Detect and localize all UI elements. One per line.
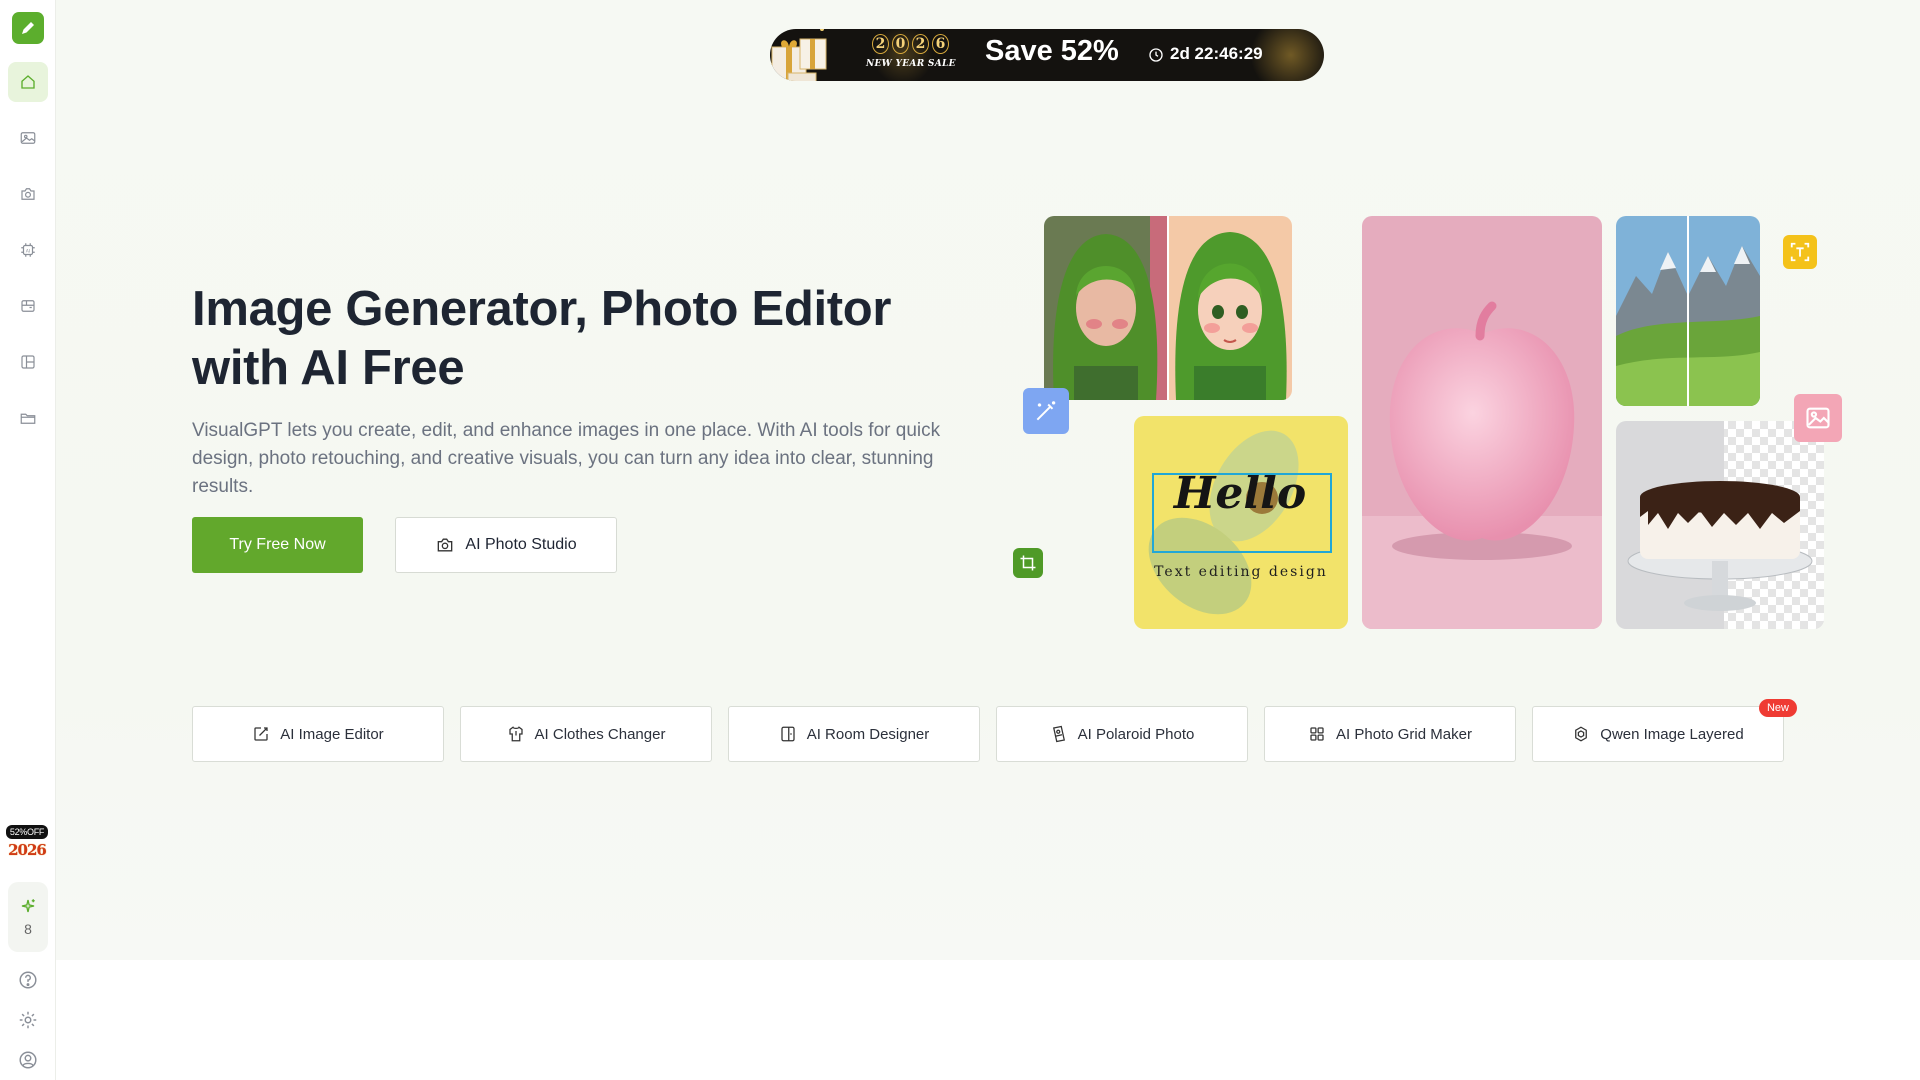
grid-icon — [1310, 727, 1324, 741]
magic-wand-badge — [1023, 388, 1069, 434]
magic-wand-icon — [1036, 401, 1056, 421]
main-content: 2 0 2 6 NEW YEAR SALE Save 52% 2d 22:46:… — [56, 0, 1920, 960]
room-icon — [781, 726, 795, 742]
hello-caption: Text editing design — [1154, 564, 1328, 580]
sidebar-item-camera[interactable] — [8, 174, 48, 214]
help-icon[interactable] — [17, 969, 39, 991]
sidebar-item-ai[interactable]: AI — [8, 230, 48, 270]
home-icon — [20, 75, 35, 89]
tool-label: AI Polaroid Photo — [1077, 725, 1195, 743]
ai-chip-icon: AI — [20, 243, 35, 257]
shirt-icon — [508, 726, 523, 742]
sidebar: AI 52%OFF 2026 8 — [0, 0, 56, 1080]
portrait-illustration — [1044, 216, 1292, 400]
tool-label: AI Clothes Changer — [534, 725, 666, 743]
portrait-comparison-image — [1044, 216, 1292, 400]
sidebar-item-layout[interactable] — [8, 342, 48, 382]
camera-icon — [438, 538, 453, 552]
fluffy-apple-illustration — [1362, 216, 1602, 629]
text-tool-badge — [1783, 235, 1817, 269]
text-selection-box — [1152, 473, 1332, 553]
ai-photo-studio-label: AI Photo Studio — [465, 536, 577, 553]
tool-label: AI Image Editor — [280, 725, 384, 743]
svg-text:AI: AI — [25, 248, 29, 254]
cake-illustration — [1616, 421, 1824, 629]
new-year-sale-banner[interactable]: 2 0 2 6 NEW YEAR SALE Save 52% 2d 22:46:… — [770, 29, 1324, 81]
qwen-icon — [1575, 726, 1588, 742]
credits-count: 8 — [24, 921, 32, 937]
cake-background-removal-image — [1616, 421, 1824, 629]
image-icon — [20, 132, 35, 144]
pencil-logo-icon — [21, 22, 34, 34]
mountain-landscape-image — [1616, 216, 1760, 406]
tool-ai-image-editor[interactable]: AI Image Editor — [192, 706, 444, 762]
sidebar-item-home[interactable] — [7, 62, 48, 102]
tool-shortcuts: AI Image Editor AI Clothes Changer AI Ro… — [192, 699, 1797, 762]
logo[interactable] — [11, 12, 44, 44]
ai-photo-studio-button[interactable]: AI Photo Studio — [395, 517, 617, 573]
tool-ai-polaroid-photo[interactable]: AI Polaroid Photo — [996, 706, 1248, 762]
sparkle-icon — [21, 899, 35, 913]
promo-year-digit: 0 — [892, 34, 909, 54]
hero-description: VisualGPT lets you create, edit, and enh… — [192, 420, 941, 497]
tool-label: AI Photo Grid Maker — [1336, 725, 1472, 743]
promo-year: 2 0 2 6 — [872, 34, 949, 54]
credits-button[interactable]: 8 — [8, 882, 48, 952]
page-title: Image Generator, Photo Editor with AI Fr… — [192, 282, 892, 395]
folder-icon — [20, 413, 35, 424]
sale-badge-year: 2026 — [8, 841, 47, 859]
text-frame-icon — [1790, 242, 1810, 262]
tool-ai-clothes-changer[interactable]: AI Clothes Changer — [460, 706, 712, 762]
crop-icon — [1020, 555, 1036, 571]
toolbox-icon — [20, 300, 35, 312]
sale-badge[interactable]: 52%OFF 2026 — [5, 822, 49, 859]
tool-label: Qwen Image Layered — [1600, 725, 1744, 743]
new-badge: New — [1758, 699, 1797, 717]
sale-badge-label: 52%OFF — [5, 825, 49, 839]
clock-icon — [1149, 48, 1163, 62]
promo-year-digit: 6 — [932, 34, 949, 54]
promo-save-text: Save 52% — [985, 35, 1119, 67]
promo-year-digit: 2 — [912, 34, 929, 54]
tool-label: AI Room Designer — [806, 725, 930, 743]
sidebar-item-folder[interactable] — [8, 398, 48, 438]
sidebar-item-toolbox[interactable] — [8, 286, 48, 326]
mountain-illustration — [1616, 216, 1760, 406]
image-tool-badge — [1794, 394, 1842, 442]
text-editing-design-image: Hello Text editing design — [1134, 416, 1348, 629]
tool-ai-room-designer[interactable]: AI Room Designer — [728, 706, 980, 762]
layout-icon — [20, 355, 35, 369]
sidebar-item-images[interactable] — [8, 118, 48, 158]
image-icon — [1806, 407, 1830, 429]
user-account-icon[interactable] — [17, 1049, 39, 1071]
edit-image-icon — [254, 727, 268, 741]
polaroid-icon — [1052, 725, 1065, 743]
camera-icon — [20, 188, 35, 200]
crop-badge — [1013, 548, 1043, 578]
settings-icon[interactable] — [17, 1009, 39, 1031]
pink-apple-image — [1362, 216, 1602, 629]
tool-qwen-image-layered[interactable]: Qwen Image Layered New — [1532, 699, 1797, 762]
promo-year-digit: 2 — [872, 34, 889, 54]
try-free-now-button[interactable]: Try Free Now — [192, 517, 363, 573]
gift-boxes-icon — [770, 29, 827, 81]
promo-countdown: 2d 22:46:29 — [1170, 44, 1263, 63]
tool-ai-photo-grid-maker[interactable]: AI Photo Grid Maker — [1264, 706, 1516, 762]
promo-subtitle: NEW YEAR SALE — [866, 59, 956, 69]
